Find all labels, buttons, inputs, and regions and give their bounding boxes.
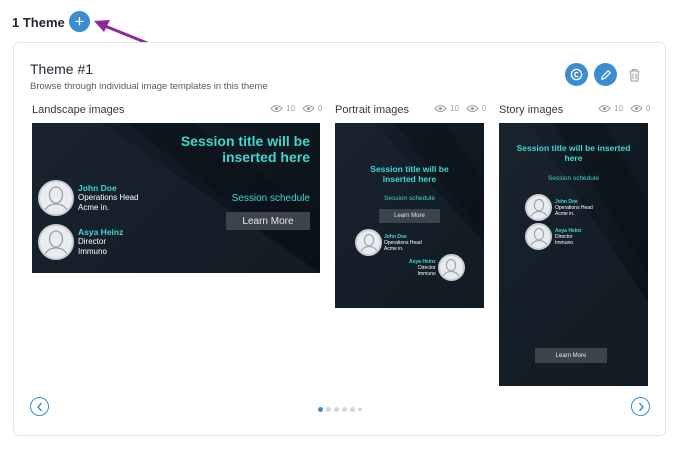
speaker-1: John Doe Operations Head Acme in. (38, 180, 138, 216)
themes-count-title: 1 Theme (12, 14, 65, 30)
theme-actions (565, 63, 645, 86)
speaker-role: Operations Head (78, 193, 139, 203)
person-silhouette-icon (529, 198, 548, 219)
plus-icon: + (74, 12, 85, 31)
themes-header: 1 Theme (12, 10, 65, 34)
trash-icon (629, 68, 639, 82)
person-silhouette-icon (359, 233, 378, 254)
landscape-other-count: 0 (317, 104, 323, 113)
portrait-views-count: 10 (450, 104, 459, 113)
copy-icon (570, 68, 583, 81)
theme-card: Theme #1 Browse through individual image… (13, 42, 666, 436)
eye-icon (630, 105, 643, 112)
speaker-role: Operations Head (555, 204, 593, 211)
speaker-2-info: Asya Heinz Director Immuno (555, 228, 582, 246)
learn-more-button: Learn More (379, 209, 440, 223)
carousel-prev-button[interactable] (30, 397, 49, 416)
session-title-text: Session title will be inserted here (516, 143, 631, 163)
person-silhouette-icon (43, 230, 69, 258)
landscape-views-count: 10 (286, 104, 295, 113)
delete-theme-button[interactable] (623, 64, 645, 86)
pagination-dot[interactable] (334, 407, 339, 412)
pagination-dot[interactable] (342, 407, 347, 412)
theme-name: Theme #1 (30, 61, 94, 77)
speaker-2: Asya Heinz Director Immuno (525, 223, 582, 250)
speaker-org: Acme in. (384, 245, 404, 252)
avatar (525, 194, 552, 221)
add-theme-button[interactable]: + (69, 11, 90, 32)
eye-icon (270, 105, 283, 112)
landscape-template-preview[interactable]: Session title will be inserted here Sess… (32, 123, 320, 273)
portrait-stats: 10 0 (434, 104, 486, 113)
speaker-1-info: John Doe Operations Head Acme in. (78, 183, 138, 212)
story-template-preview[interactable]: Session title will be inserted here Sess… (499, 123, 648, 386)
portrait-template-preview[interactable]: Session title will be inserted here Sess… (335, 123, 484, 308)
speaker-name: Asya Heinz (78, 227, 124, 238)
speaker-org: Immuno (78, 247, 107, 256)
avatar (525, 223, 552, 250)
avatar (437, 254, 465, 281)
eye-icon (466, 105, 479, 112)
page: 1 Theme + Theme #1 Browse through indivi… (0, 0, 688, 451)
carousel-next-button[interactable] (631, 397, 650, 416)
session-schedule-text: Session schedule (548, 175, 599, 182)
pagination-dot[interactable] (358, 407, 362, 412)
speaker-org: Immuno (555, 239, 574, 246)
speaker-name: Asya Heinz (409, 258, 436, 265)
learn-more-button: Learn More (535, 348, 607, 363)
session-title-text: Session title will be inserted here (370, 164, 449, 184)
speaker-1: John Doe Operations Head Acme in. (525, 194, 593, 221)
learn-more-button: Learn More (226, 212, 310, 230)
speaker-org: Acme in. (78, 203, 110, 212)
copy-theme-button[interactable] (565, 63, 588, 86)
theme-description: Browse through individual image template… (30, 81, 268, 92)
session-title-text: Session title will be inserted here (180, 133, 310, 166)
speaker-org: Immuno (417, 270, 436, 277)
speaker-role: Director (78, 237, 107, 247)
speaker-org: Acme in. (555, 210, 575, 217)
landscape-stats: 10 0 (270, 104, 322, 113)
speaker-1: John Doe Operations Head Acme in. (355, 229, 422, 256)
section-title-landscape: Landscape images (32, 104, 125, 116)
person-silhouette-icon (43, 186, 69, 214)
portrait-other-count: 0 (481, 104, 487, 113)
avatar (38, 180, 74, 216)
person-silhouette-icon (442, 258, 461, 279)
story-views-count: 10 (614, 104, 623, 113)
avatar (355, 229, 382, 256)
speaker-2-info: Asya Heinz Director Immuno (78, 227, 123, 256)
speaker-2: Asya Heinz Director Immuno (38, 224, 123, 260)
story-other-count: 0 (645, 104, 651, 113)
speaker-role: Operations Head (384, 239, 422, 246)
speaker-1-info: John Doe Operations Head Acme in. (555, 199, 593, 217)
speaker-1-info: John Doe Operations Head Acme in. (384, 234, 422, 252)
pagination-dot[interactable] (318, 407, 323, 412)
session-schedule-text: Session schedule (384, 195, 435, 202)
speaker-2-info: Asya Heinz Director Immuno (409, 259, 436, 277)
speaker-2: Asya Heinz Director Immuno (409, 254, 465, 281)
eye-icon (302, 105, 315, 112)
speaker-name: Asya Heinz (555, 227, 582, 234)
avatar (38, 224, 74, 260)
edit-theme-button[interactable] (594, 63, 617, 86)
chevron-right-icon (638, 402, 644, 411)
carousel-pagination (318, 407, 362, 412)
speaker-name: John Doe (78, 183, 117, 194)
eye-icon (434, 105, 447, 112)
story-stats: 10 0 (598, 104, 650, 113)
pagination-dot[interactable] (350, 407, 355, 412)
person-silhouette-icon (529, 227, 548, 248)
section-title-story: Story images (499, 104, 564, 116)
chevron-left-icon (36, 402, 42, 411)
section-title-portrait: Portrait images (335, 104, 409, 116)
pagination-dot[interactable] (326, 407, 331, 412)
pencil-icon (600, 69, 611, 80)
eye-icon (598, 105, 611, 112)
session-schedule-text: Session schedule (231, 193, 310, 204)
